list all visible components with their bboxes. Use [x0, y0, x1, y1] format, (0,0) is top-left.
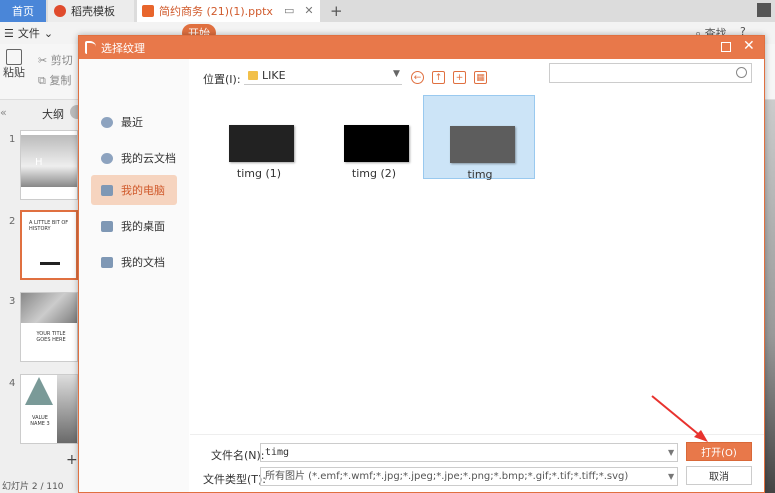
dialog-sidebar: 最近 我的云文档 我的电脑 我的桌面 我的文档: [79, 59, 189, 492]
sidebar-item-recent[interactable]: 最近: [91, 107, 177, 137]
slide-number: 4: [9, 378, 16, 389]
dialog-title: 选择纹理: [101, 41, 145, 55]
slide-2-bar: [40, 262, 60, 265]
templates-logo-icon: [54, 5, 66, 17]
canvas-edge: [765, 100, 775, 493]
hamburger-icon: ☰: [4, 26, 14, 40]
paste-icon[interactable]: [6, 49, 22, 65]
slide-status: 幻灯片 2 / 110: [2, 482, 64, 492]
copy-button[interactable]: ⧉ 复制: [38, 72, 71, 88]
tab-templates-label: 稻壳模板: [71, 5, 115, 18]
file-thumbnail: [450, 126, 515, 163]
sidebar-item-documents[interactable]: 我的文档: [91, 247, 177, 277]
filename-label: 文件名(N):: [211, 449, 265, 462]
file-name: timg (2): [351, 167, 397, 180]
chevron-down-icon: ⌄: [43, 26, 54, 40]
slide-4-text: VALUE NAME 3: [30, 415, 50, 427]
tab-templates[interactable]: 稻壳模板: [48, 0, 134, 22]
slide-thumbnail-4[interactable]: VALUE NAME 3: [20, 374, 78, 444]
slide-4-image: [57, 375, 77, 443]
slide-3-text: YOUR TITLE GOES HERE: [36, 331, 66, 343]
sidebar-item-label: 我的文档: [121, 256, 165, 269]
slide-1-image: [21, 135, 77, 187]
file-menu[interactable]: ☰ 文件 ⌄: [4, 25, 53, 41]
file-thumbnail: [344, 125, 409, 162]
slide-thumbnail-3[interactable]: YOUR TITLE GOES HERE: [20, 292, 78, 362]
slide-number: 3: [9, 296, 16, 307]
maximize-icon[interactable]: [721, 42, 731, 52]
dialog-titlebar: 选择纹理 ✕: [79, 36, 764, 59]
desktop-icon: [101, 220, 113, 232]
chevron-down-icon[interactable]: ▼: [668, 472, 674, 481]
search-input[interactable]: [549, 63, 752, 83]
slide-1-text: H: [35, 157, 49, 168]
app-tab-bar: 首页 稻壳模板 简约商务 (21)(1).pptx ▭ ✕ +: [0, 0, 775, 22]
location-value: LIKE: [262, 69, 286, 82]
file-name: timg: [467, 168, 493, 181]
copy-label: 复制: [49, 74, 72, 87]
sidebar-item-label: 我的云文档: [121, 152, 176, 165]
tab-actions: ▭ ✕: [284, 4, 314, 17]
tab-document-label: 简约商务 (21)(1).pptx: [159, 5, 273, 18]
sidebar-item-cloud-docs[interactable]: 我的云文档: [91, 143, 177, 173]
cancel-button[interactable]: 取消: [686, 466, 752, 485]
sidebar-item-desktop[interactable]: 我的桌面: [91, 211, 177, 241]
filetype-label: 文件类型(T):: [203, 473, 267, 486]
filetype-select[interactable]: 所有图片 (*.emf;*.wmf;*.jpg;*.jpeg;*.jpe;*.p…: [260, 467, 678, 486]
window-mode-icon[interactable]: ▭: [284, 4, 294, 17]
copy-icon: ⧉: [38, 74, 46, 87]
chevron-down-icon[interactable]: ▼: [393, 69, 400, 79]
cut-button[interactable]: ✂ 剪切: [38, 52, 73, 68]
clock-icon: [101, 116, 113, 128]
open-button[interactable]: 打开(O): [686, 442, 752, 461]
location-label: 位置(I):: [203, 73, 241, 86]
add-slide-icon[interactable]: +: [66, 452, 78, 468]
tab-close-icon[interactable]: ✕: [304, 4, 313, 17]
filename-input[interactable]: timg: [260, 443, 678, 462]
slide-2-text: A LITTLE BIT OF HISTORY: [29, 220, 69, 232]
app-logo-icon: [85, 41, 96, 54]
slide-panel: « 大纲 1 H 2 A LITTLE BIT OF HISTORY 3 YOU…: [0, 100, 84, 493]
sidebar-item-label: 我的电脑: [121, 184, 165, 197]
file-item[interactable]: timg (2): [318, 95, 430, 180]
outline-tab[interactable]: 大纲: [42, 106, 64, 122]
location-select[interactable]: LIKE: [244, 67, 402, 85]
triangle-shape: [25, 377, 53, 405]
close-icon[interactable]: ✕: [743, 38, 755, 54]
new-tab-icon[interactable]: +: [330, 2, 343, 20]
presentation-file-icon: [142, 5, 154, 17]
user-avatar-icon[interactable]: [757, 3, 771, 17]
up-folder-icon[interactable]: ↑: [432, 71, 445, 84]
sidebar-item-my-computer[interactable]: 我的电脑: [91, 175, 177, 205]
sidebar-item-label: 最近: [121, 116, 143, 129]
cut-label: 剪切: [50, 54, 73, 67]
new-folder-icon[interactable]: +: [453, 71, 466, 84]
sidebar-item-label: 我的桌面: [121, 220, 165, 233]
back-icon[interactable]: ←: [411, 71, 424, 84]
view-mode-icon[interactable]: ▦: [474, 71, 487, 84]
file-menu-label: 文件: [17, 27, 40, 40]
tab-home[interactable]: 首页: [0, 0, 46, 22]
folder-icon: [248, 71, 258, 80]
slide-thumbnail-1[interactable]: H: [20, 130, 78, 200]
cloud-doc-icon: [101, 152, 113, 164]
paste-button[interactable]: 粘贴: [3, 64, 25, 80]
file-name: timg (1): [236, 167, 282, 180]
computer-icon: [101, 184, 113, 196]
divider: [190, 434, 764, 435]
texture-dialog: 选择纹理 ✕ 最近 我的云文档 我的电脑 我的桌面 我的文档 位置(I): LI…: [78, 35, 765, 493]
chevron-down-icon[interactable]: ▼: [668, 448, 674, 457]
file-item[interactable]: timg (1): [203, 95, 315, 180]
scissors-icon: ✂: [38, 54, 48, 67]
slide-number: 2: [9, 216, 16, 227]
slide-number: 1: [9, 134, 16, 145]
search-icon: [736, 67, 747, 78]
folder-icon: [101, 256, 113, 268]
file-thumbnail: [229, 125, 294, 162]
location-nav: ← ↑ + ▦: [411, 71, 487, 84]
file-item-selected[interactable]: timg: [423, 95, 535, 181]
collapse-panel-icon[interactable]: «: [0, 106, 7, 119]
slide-3-image: [21, 293, 77, 323]
slide-thumbnail-2[interactable]: A LITTLE BIT OF HISTORY: [20, 210, 78, 280]
